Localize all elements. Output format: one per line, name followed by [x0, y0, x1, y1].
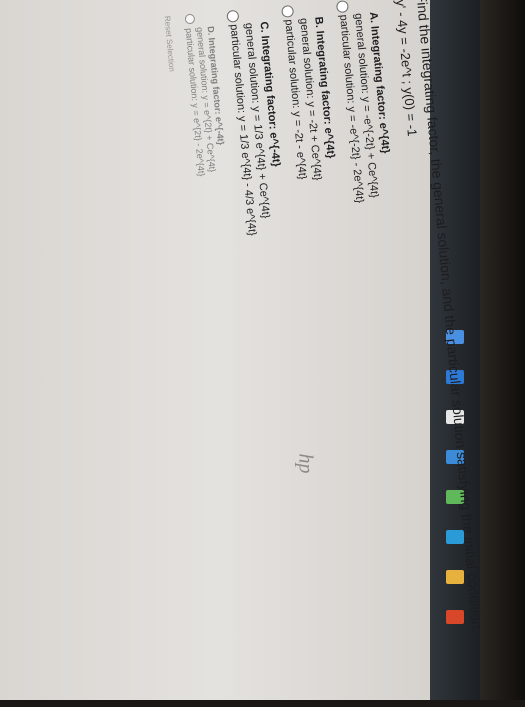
radio-button[interactable] — [184, 13, 196, 25]
question-panel: Find the integrating factor, the general… — [11, 0, 489, 707]
radio-button[interactable] — [281, 4, 295, 18]
monitor-bezel — [480, 0, 525, 700]
radio-button[interactable] — [226, 9, 240, 23]
radio-button[interactable] — [335, 0, 349, 14]
